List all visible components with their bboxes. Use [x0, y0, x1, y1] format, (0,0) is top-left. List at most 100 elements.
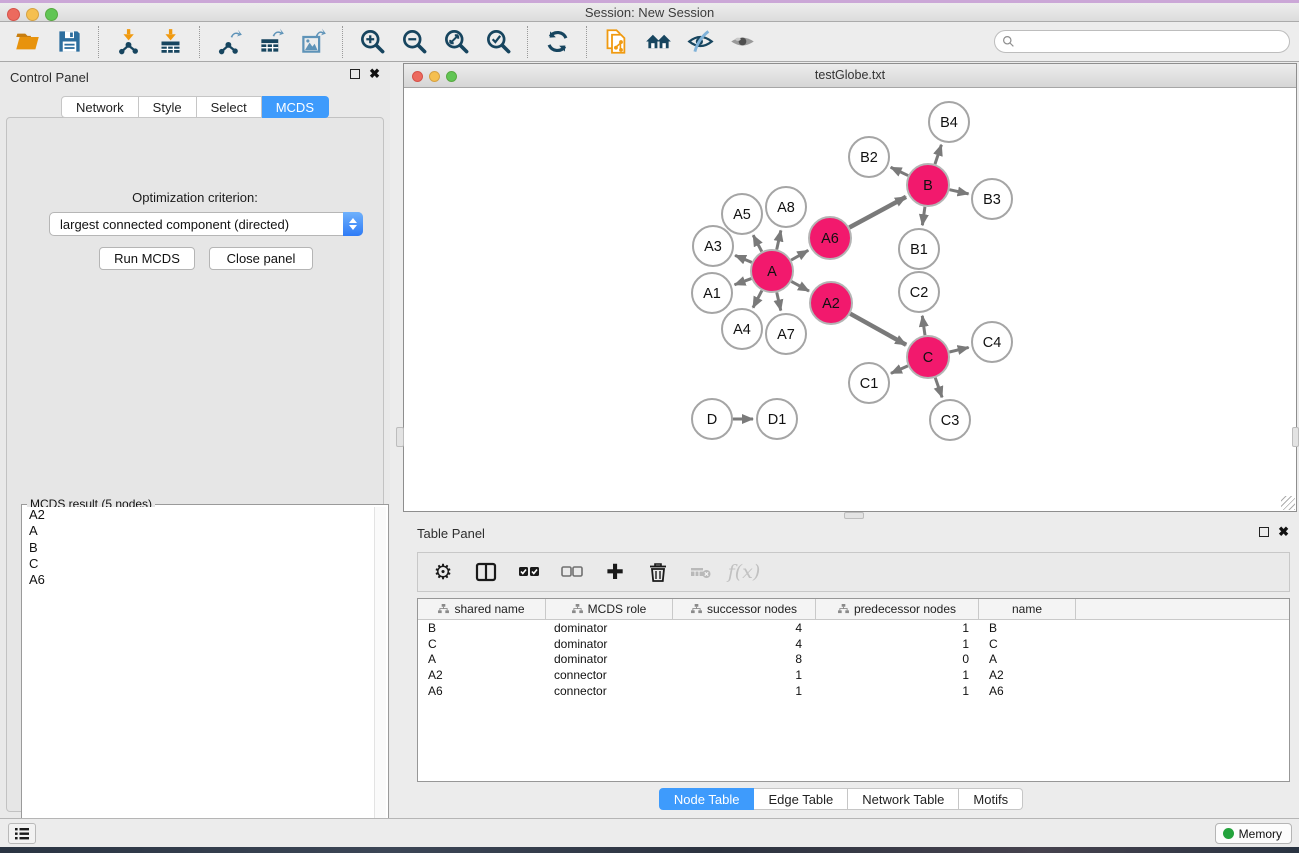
graph-edge-A6-B[interactable]: [849, 197, 906, 228]
graph-edge-A2-C[interactable]: [850, 314, 906, 345]
graph-node-A7[interactable]: A7: [766, 314, 806, 354]
mcds-result-item[interactable]: A: [24, 523, 374, 539]
table-options-gear-icon[interactable]: ⚙: [430, 559, 456, 585]
float-table-panel-icon[interactable]: [1259, 527, 1269, 537]
column-header-MCDS-role[interactable]: MCDS role: [546, 599, 673, 619]
graph-node-A[interactable]: A: [751, 250, 793, 292]
save-session-icon[interactable]: [48, 25, 90, 59]
network-canvas[interactable]: A A1 A2 A3 A4 A5 A6 A7 A8 B B1 B2 B3B4 C C1 C2 C3C4 D D1: [404, 88, 1296, 511]
zoom-selected-icon[interactable]: [477, 25, 519, 59]
graph-node-C1[interactable]: C1: [849, 363, 889, 403]
graph-edge-A-A2[interactable]: [791, 281, 809, 291]
run-mcds-button[interactable]: Run MCDS: [99, 247, 195, 270]
graph-edge-A-A7[interactable]: [777, 292, 781, 310]
graph-node-D1[interactable]: D1: [757, 399, 797, 439]
graph-edge-B-B3[interactable]: [949, 190, 968, 194]
tab-select[interactable]: Select: [197, 96, 262, 118]
graph-node-A6[interactable]: A6: [809, 217, 851, 259]
graph-edge-A-A1[interactable]: [735, 279, 752, 285]
import-table-icon[interactable]: [149, 25, 191, 59]
graph-node-C3[interactable]: C3: [930, 400, 970, 440]
zoom-in-icon[interactable]: [351, 25, 393, 59]
graph-edge-C-C4[interactable]: [949, 347, 968, 352]
graph-node-B1[interactable]: B1: [899, 229, 939, 269]
table-row[interactable]: Adominator80A: [418, 652, 1289, 668]
table-row[interactable]: Bdominator41B: [418, 620, 1289, 636]
mcds-result-item[interactable]: C: [24, 556, 374, 572]
graph-edge-A-A5[interactable]: [753, 235, 762, 251]
graph-node-B[interactable]: B: [907, 164, 949, 206]
deselect-all-columns-icon[interactable]: [559, 559, 585, 585]
zoom-fit-icon[interactable]: [435, 25, 477, 59]
graph-edge-C-C2[interactable]: [922, 316, 925, 335]
mcds-result-item[interactable]: A6: [24, 572, 374, 588]
table-row[interactable]: Cdominator41C: [418, 636, 1289, 652]
graph-node-A8[interactable]: A8: [766, 187, 806, 227]
graph-node-B2[interactable]: B2: [849, 137, 889, 177]
show-column-icon[interactable]: [473, 559, 499, 585]
graph-edge-C-C3[interactable]: [935, 378, 942, 398]
search-input[interactable]: [1015, 33, 1289, 51]
tab-motifs[interactable]: Motifs: [959, 788, 1023, 810]
graph-node-D[interactable]: D: [692, 399, 732, 439]
create-column-icon[interactable]: ✚: [602, 559, 628, 585]
graph-edge-A-A6[interactable]: [791, 250, 808, 260]
graph-edge-B-B1[interactable]: [922, 207, 925, 225]
close-panel-button[interactable]: Close panel: [209, 247, 313, 270]
task-history-button[interactable]: [8, 823, 36, 844]
tab-network[interactable]: Network: [61, 96, 139, 118]
graph-node-B3[interactable]: B3: [972, 179, 1012, 219]
refresh-icon[interactable]: [536, 25, 578, 59]
graph-node-C[interactable]: C: [907, 336, 949, 378]
show-graphics-details-icon[interactable]: [721, 25, 763, 59]
open-file-icon[interactable]: [6, 25, 48, 59]
float-panel-icon[interactable]: [350, 69, 360, 79]
export-image-icon[interactable]: [292, 25, 334, 59]
criterion-dropdown[interactable]: largest connected component (directed): [49, 212, 363, 236]
close-panel-icon[interactable]: ✖: [369, 69, 380, 79]
tab-mcds[interactable]: MCDS: [262, 96, 329, 118]
tab-style[interactable]: Style: [139, 96, 197, 118]
column-header-successor-nodes[interactable]: successor nodes: [673, 599, 816, 619]
window-resize-grip[interactable]: [1281, 496, 1295, 510]
graph-edge-B-B2[interactable]: [891, 167, 908, 175]
splitter-handle-left[interactable]: [396, 427, 404, 447]
graph-node-A1[interactable]: A1: [692, 273, 732, 313]
memory-button[interactable]: Memory: [1215, 823, 1292, 844]
graph-edge-A-A4[interactable]: [753, 291, 762, 308]
close-table-panel-icon[interactable]: ✖: [1278, 527, 1289, 537]
select-all-columns-icon[interactable]: [516, 559, 542, 585]
mcds-result-scrollbar[interactable]: [374, 507, 386, 853]
graph-edge-A-A8[interactable]: [777, 230, 781, 249]
tab-network-table[interactable]: Network Table: [848, 788, 959, 810]
splitter-handle-bottom[interactable]: [844, 512, 864, 519]
graph-node-C2[interactable]: C2: [899, 272, 939, 312]
tab-node-table[interactable]: Node Table: [659, 788, 755, 810]
splitter-handle-right[interactable]: [1292, 427, 1299, 447]
export-network-icon[interactable]: [208, 25, 250, 59]
table-row[interactable]: A2connector11A2: [418, 667, 1289, 683]
table-row[interactable]: A6connector11A6: [418, 683, 1289, 699]
graph-node-A5[interactable]: A5: [722, 194, 762, 234]
clone-network-icon[interactable]: [595, 25, 637, 59]
hide-graphics-details-icon[interactable]: [679, 25, 721, 59]
graph-node-A4[interactable]: A4: [722, 309, 762, 349]
export-table-icon[interactable]: [250, 25, 292, 59]
column-header-name[interactable]: name: [979, 599, 1076, 619]
tab-edge-table[interactable]: Edge Table: [754, 788, 848, 810]
graph-node-A2[interactable]: A2: [810, 282, 852, 324]
import-network-icon[interactable]: [107, 25, 149, 59]
mcds-result-item[interactable]: B: [24, 540, 374, 556]
mcds-result-item[interactable]: A2: [24, 507, 374, 523]
graph-node-C4[interactable]: C4: [972, 322, 1012, 362]
zoom-out-icon[interactable]: [393, 25, 435, 59]
graph-node-A3[interactable]: A3: [693, 226, 733, 266]
graph-edge-C-C1[interactable]: [891, 366, 908, 373]
column-header-shared-name[interactable]: shared name: [418, 599, 546, 619]
graph-edge-A-A3[interactable]: [735, 255, 752, 262]
graph-node-B4[interactable]: B4: [929, 102, 969, 142]
delete-column-trash-icon[interactable]: [645, 559, 671, 585]
column-header-predecessor-nodes[interactable]: predecessor nodes: [816, 599, 979, 619]
graph-nodes[interactable]: A A1 A2 A3 A4 A5 A6 A7 A8 B B1 B2 B3B4 C C1 C2 C3C4 D D1: [692, 102, 1012, 440]
graph-edge-B-B4[interactable]: [935, 145, 941, 164]
